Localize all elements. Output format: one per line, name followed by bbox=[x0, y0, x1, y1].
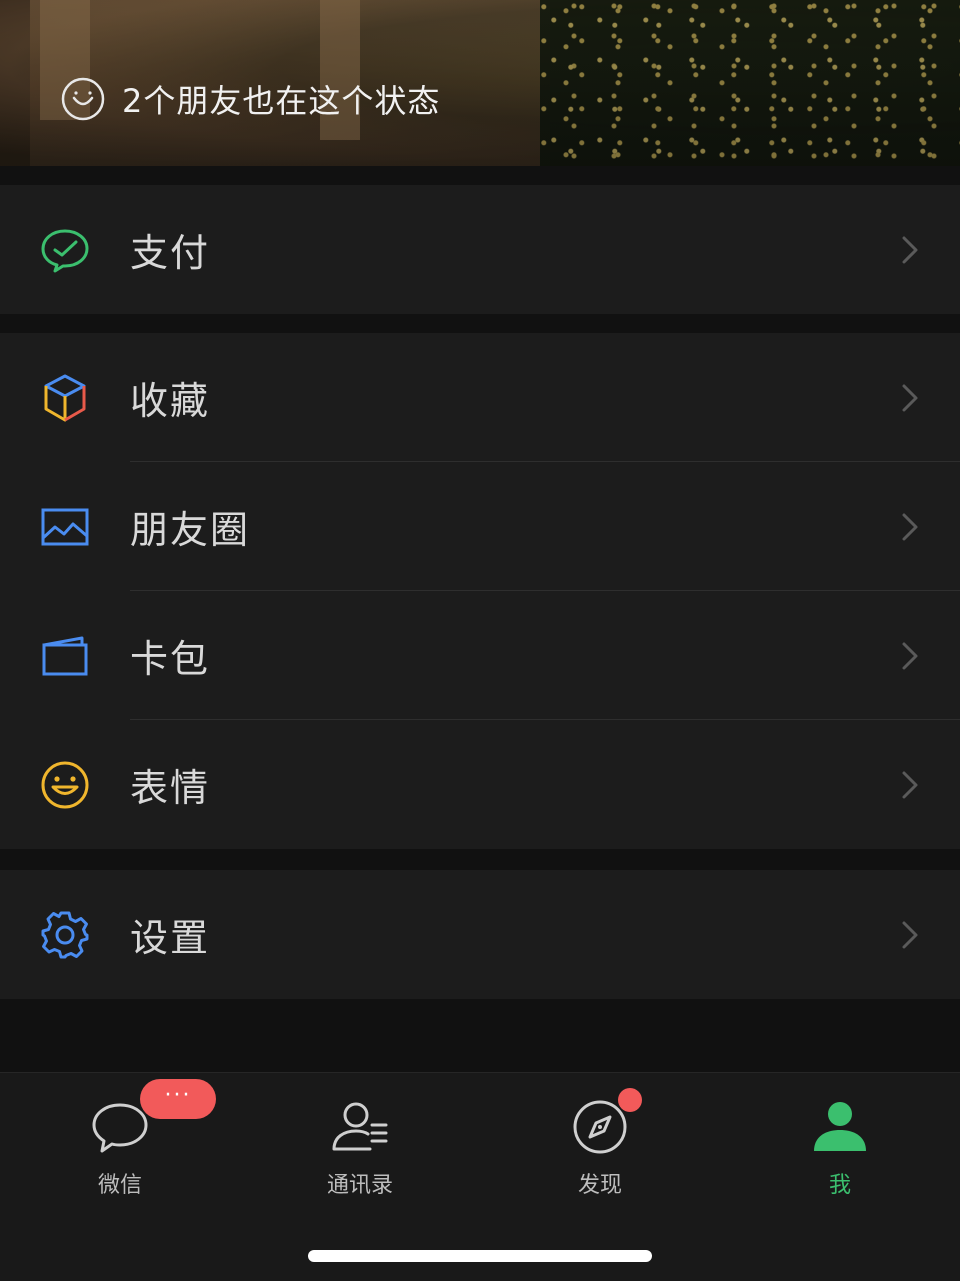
menu-item-moments[interactable]: 朋友圈 bbox=[0, 462, 960, 591]
menu-item-favorites[interactable]: 收藏 bbox=[0, 333, 960, 462]
menu-item-label: 表情 bbox=[130, 766, 211, 810]
chevron-right-icon bbox=[902, 236, 918, 263]
chevron-right-icon bbox=[902, 771, 918, 798]
menu-item-stickers[interactable]: 表情 bbox=[0, 720, 960, 849]
home-indicator[interactable] bbox=[308, 1250, 652, 1262]
status-text: 2个朋友也在这个状态 bbox=[122, 82, 441, 120]
menu-item-label: 朋友圈 bbox=[130, 508, 251, 552]
unread-badge: ··· bbox=[140, 1079, 216, 1119]
new-dot-badge bbox=[618, 1088, 642, 1112]
favorites-cube-icon bbox=[38, 371, 92, 425]
menu-item-label: 收藏 bbox=[130, 379, 211, 423]
chevron-right-icon bbox=[902, 513, 918, 540]
menu-item-settings[interactable]: 设置 bbox=[0, 870, 960, 999]
chevron-right-icon bbox=[902, 384, 918, 411]
group-main: 收藏 朋友圈 卡包 表情 bbox=[0, 333, 960, 849]
smile-outline-icon bbox=[61, 77, 105, 121]
menu-item-card-wallet[interactable]: 卡包 bbox=[0, 591, 960, 720]
chevron-right-icon bbox=[902, 642, 918, 669]
wechat-pay-icon bbox=[38, 223, 92, 277]
menu-item-label: 支付 bbox=[130, 231, 211, 275]
menu-item-label: 卡包 bbox=[130, 637, 211, 681]
status-row[interactable]: 2个朋友也在这个状态 bbox=[60, 76, 440, 122]
group-settings: 设置 bbox=[0, 870, 960, 999]
tab-label: 我 bbox=[828, 1173, 851, 1198]
tab-label: 通讯录 bbox=[326, 1173, 393, 1198]
settings-gear-icon bbox=[38, 908, 92, 962]
sticker-smile-icon bbox=[38, 758, 92, 812]
group-pay: 支付 bbox=[0, 185, 960, 314]
tab-label: 微信 bbox=[97, 1173, 142, 1198]
card-wallet-icon bbox=[38, 629, 92, 683]
chevron-right-icon bbox=[902, 921, 918, 948]
me-person-icon bbox=[810, 1097, 870, 1157]
tab-contacts[interactable]: 通讯录 bbox=[240, 1097, 480, 1199]
moments-picture-icon bbox=[38, 500, 92, 554]
tab-me[interactable]: 我 bbox=[720, 1097, 960, 1199]
status-banner[interactable]: 2个朋友也在这个状态 bbox=[0, 0, 960, 166]
tab-discover[interactable]: 发现 bbox=[480, 1097, 720, 1199]
tab-label: 发现 bbox=[577, 1173, 622, 1198]
menu-item-label: 设置 bbox=[130, 916, 211, 960]
contacts-icon bbox=[330, 1097, 390, 1157]
menu-item-pay[interactable]: 支付 bbox=[0, 185, 960, 314]
